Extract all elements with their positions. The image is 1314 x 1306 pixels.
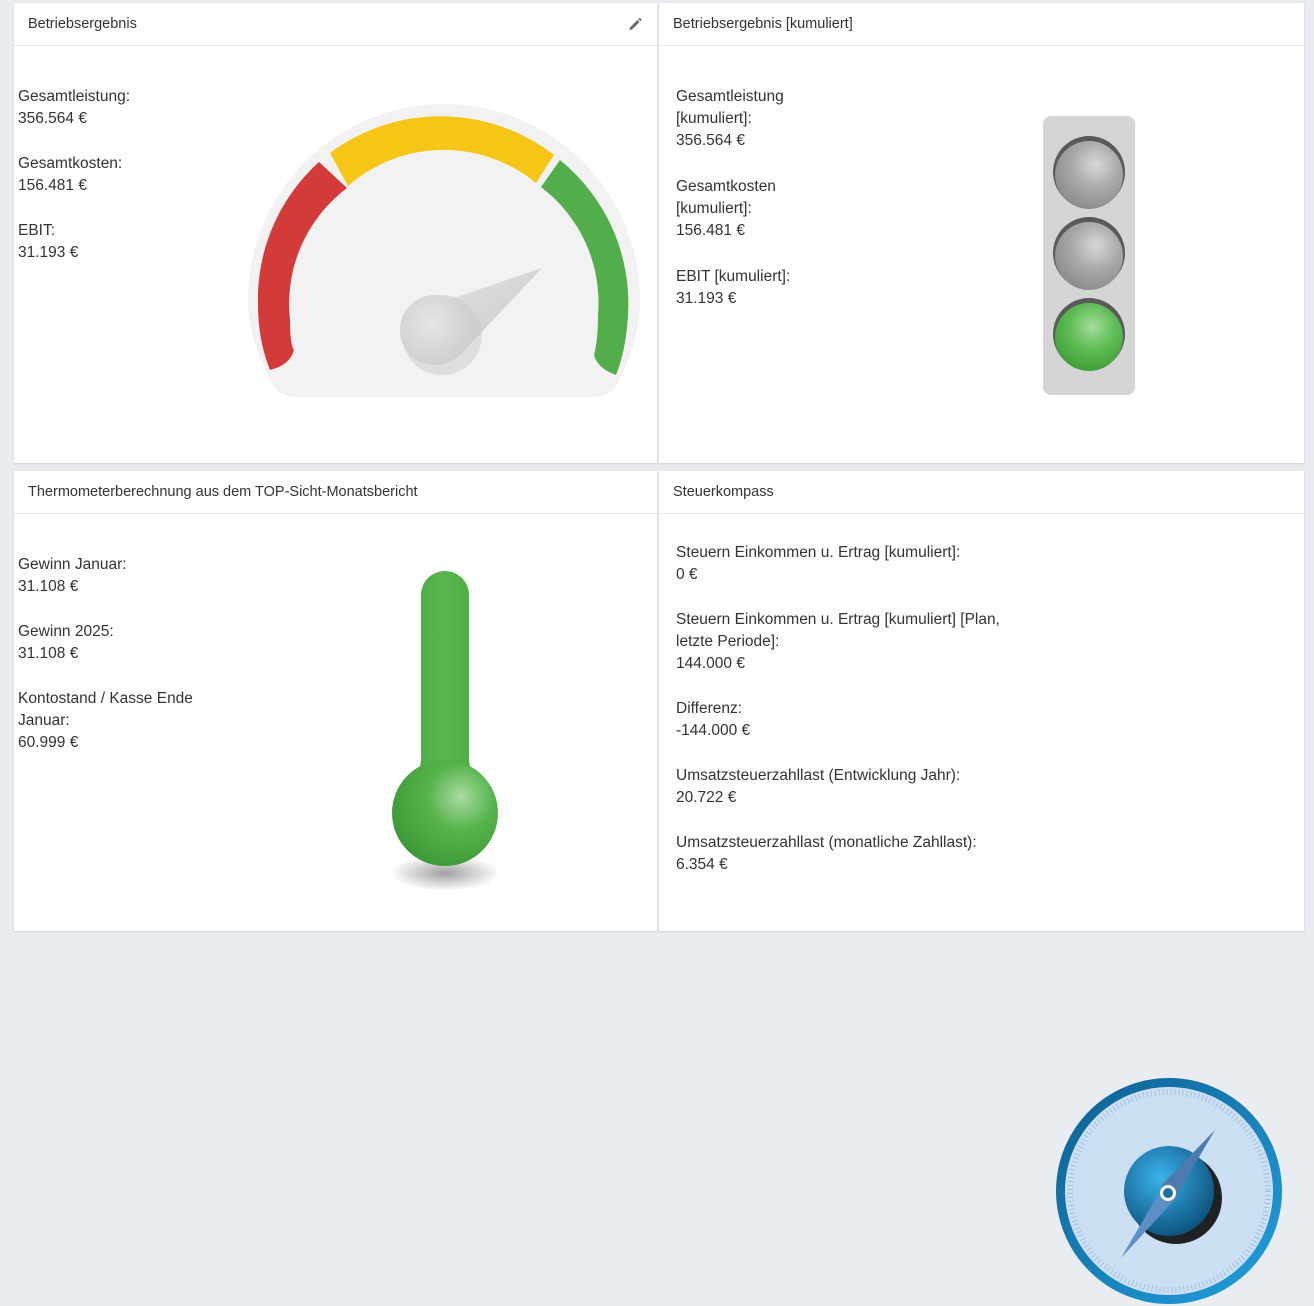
kpi-item: Differenz: -144.000 € xyxy=(676,698,1021,742)
kpi-item: Umsatzsteuerzahllast (Entwicklung Jahr):… xyxy=(676,765,1021,809)
kpi-item: Gesamtleistung: 356.564 € xyxy=(18,86,218,130)
kpi-list-thermometer: Gewinn Januar: 31.108 € Gewinn 2025: 31.… xyxy=(18,554,218,777)
gauge-hub xyxy=(400,295,470,365)
kpi-item: Kontostand / Kasse Ende Januar: 60.999 € xyxy=(18,688,218,754)
kpi-label: Gewinn Januar: xyxy=(18,556,127,573)
kpi-label: Gesamtleistung [kumuliert]: xyxy=(676,88,784,127)
kpi-label: Umsatzsteuerzahllast (Entwicklung Jahr): xyxy=(676,767,961,784)
kpi-label: Steuern Einkommen u. Ertrag [kumuliert] … xyxy=(676,611,1000,650)
kpi-list-kumuliert: Gesamtleistung [kumuliert]: 356.564 € Ge… xyxy=(676,86,826,333)
kpi-value: 356.564 € xyxy=(18,110,87,127)
kpi-label: Gesamtkosten [kumuliert]: xyxy=(676,178,776,217)
kpi-label: Steuern Einkommen u. Ertrag [kumuliert]: xyxy=(676,544,961,561)
kpi-value: 60.999 € xyxy=(18,734,79,751)
kpi-item: Gewinn 2025: 31.108 € xyxy=(18,621,218,665)
pencil-edit-icon[interactable] xyxy=(627,16,643,32)
thermometer-icon xyxy=(390,571,500,891)
panel-header: Betriebsergebnis xyxy=(14,3,657,46)
kpi-item: Gesamtleistung [kumuliert]: 356.564 € xyxy=(676,86,826,152)
panel-header: Betriebsergebnis [kumuliert] xyxy=(659,3,1304,46)
panel-betriebsergebnis-kumuliert: Betriebsergebnis [kumuliert] Gesamtleist… xyxy=(659,3,1304,463)
lamp-middle-yellow xyxy=(1055,222,1123,290)
lamp-top-red xyxy=(1055,141,1123,209)
kpi-item: Steuern Einkommen u. Ertrag [kumuliert]:… xyxy=(676,542,1021,586)
kpi-label: Kontostand / Kasse Ende Januar: xyxy=(18,690,193,729)
lamp-bottom-green xyxy=(1055,303,1123,371)
kpi-list-betriebsergebnis: Gesamtleistung: 356.564 € Gesamtkosten: … xyxy=(18,86,218,287)
compass-icon xyxy=(1056,1078,1282,1304)
kpi-value: 31.108 € xyxy=(18,578,79,595)
panel-steuerkompass: Steuerkompass Steuern Einkommen u. Ertra… xyxy=(659,471,1304,1304)
kpi-item: EBIT: 31.193 € xyxy=(18,220,218,264)
kpi-value: 144.000 € xyxy=(676,655,745,672)
kpi-label: Gesamtkosten: xyxy=(18,155,123,172)
kpi-value: -144.000 € xyxy=(676,722,751,739)
panel-title: Steuerkompass xyxy=(673,484,774,500)
panel-header: Thermometerberechnung aus dem TOP-Sicht-… xyxy=(14,471,657,514)
kpi-item: Umsatzsteuerzahllast (monatliche Zahllas… xyxy=(676,832,1021,876)
kpi-item: Steuern Einkommen u. Ertrag [kumuliert] … xyxy=(676,609,1021,675)
kpi-item: Gesamtkosten: 156.481 € xyxy=(18,153,218,197)
panel-header: Steuerkompass xyxy=(659,471,1304,514)
speedometer-gauge xyxy=(248,104,640,397)
panel-title: Thermometerberechnung aus dem TOP-Sicht-… xyxy=(28,484,418,500)
kpi-value: 356.564 € xyxy=(676,132,745,149)
panel-title: Betriebsergebnis xyxy=(28,16,137,32)
kpi-value: 6.354 € xyxy=(676,856,728,873)
thermometer-stem xyxy=(409,571,481,783)
kpi-label: EBIT [kumuliert]: xyxy=(676,268,791,285)
kpi-value: 156.481 € xyxy=(18,177,87,194)
kpi-label: Gewinn 2025: xyxy=(18,623,114,640)
kpi-label: Umsatzsteuerzahllast (monatliche Zahllas… xyxy=(676,834,977,851)
kpi-item: Gesamtkosten [kumuliert]: 156.481 € xyxy=(676,176,826,242)
kpi-value: 0 € xyxy=(676,566,698,583)
kpi-label: Differenz: xyxy=(676,700,743,717)
thermometer-bulb xyxy=(392,760,498,866)
kpi-value: 31.193 € xyxy=(676,290,737,307)
kpi-item: Gewinn Januar: 31.108 € xyxy=(18,554,218,598)
kpi-value: 31.108 € xyxy=(18,645,79,662)
kpi-value: 156.481 € xyxy=(676,222,745,239)
compass-center-dot xyxy=(1163,1188,1173,1198)
kpi-value: 31.193 € xyxy=(18,244,79,261)
kpi-label: Gesamtleistung: xyxy=(18,88,130,105)
kpi-label: EBIT: xyxy=(18,222,56,239)
kpi-list-steuerkompass: Steuern Einkommen u. Ertrag [kumuliert]:… xyxy=(676,542,1021,899)
panel-title: Betriebsergebnis [kumuliert] xyxy=(673,16,853,32)
traffic-light-icon xyxy=(1043,116,1135,395)
kpi-value: 20.722 € xyxy=(676,789,737,806)
kpi-item: EBIT [kumuliert]: 31.193 € xyxy=(676,266,826,310)
